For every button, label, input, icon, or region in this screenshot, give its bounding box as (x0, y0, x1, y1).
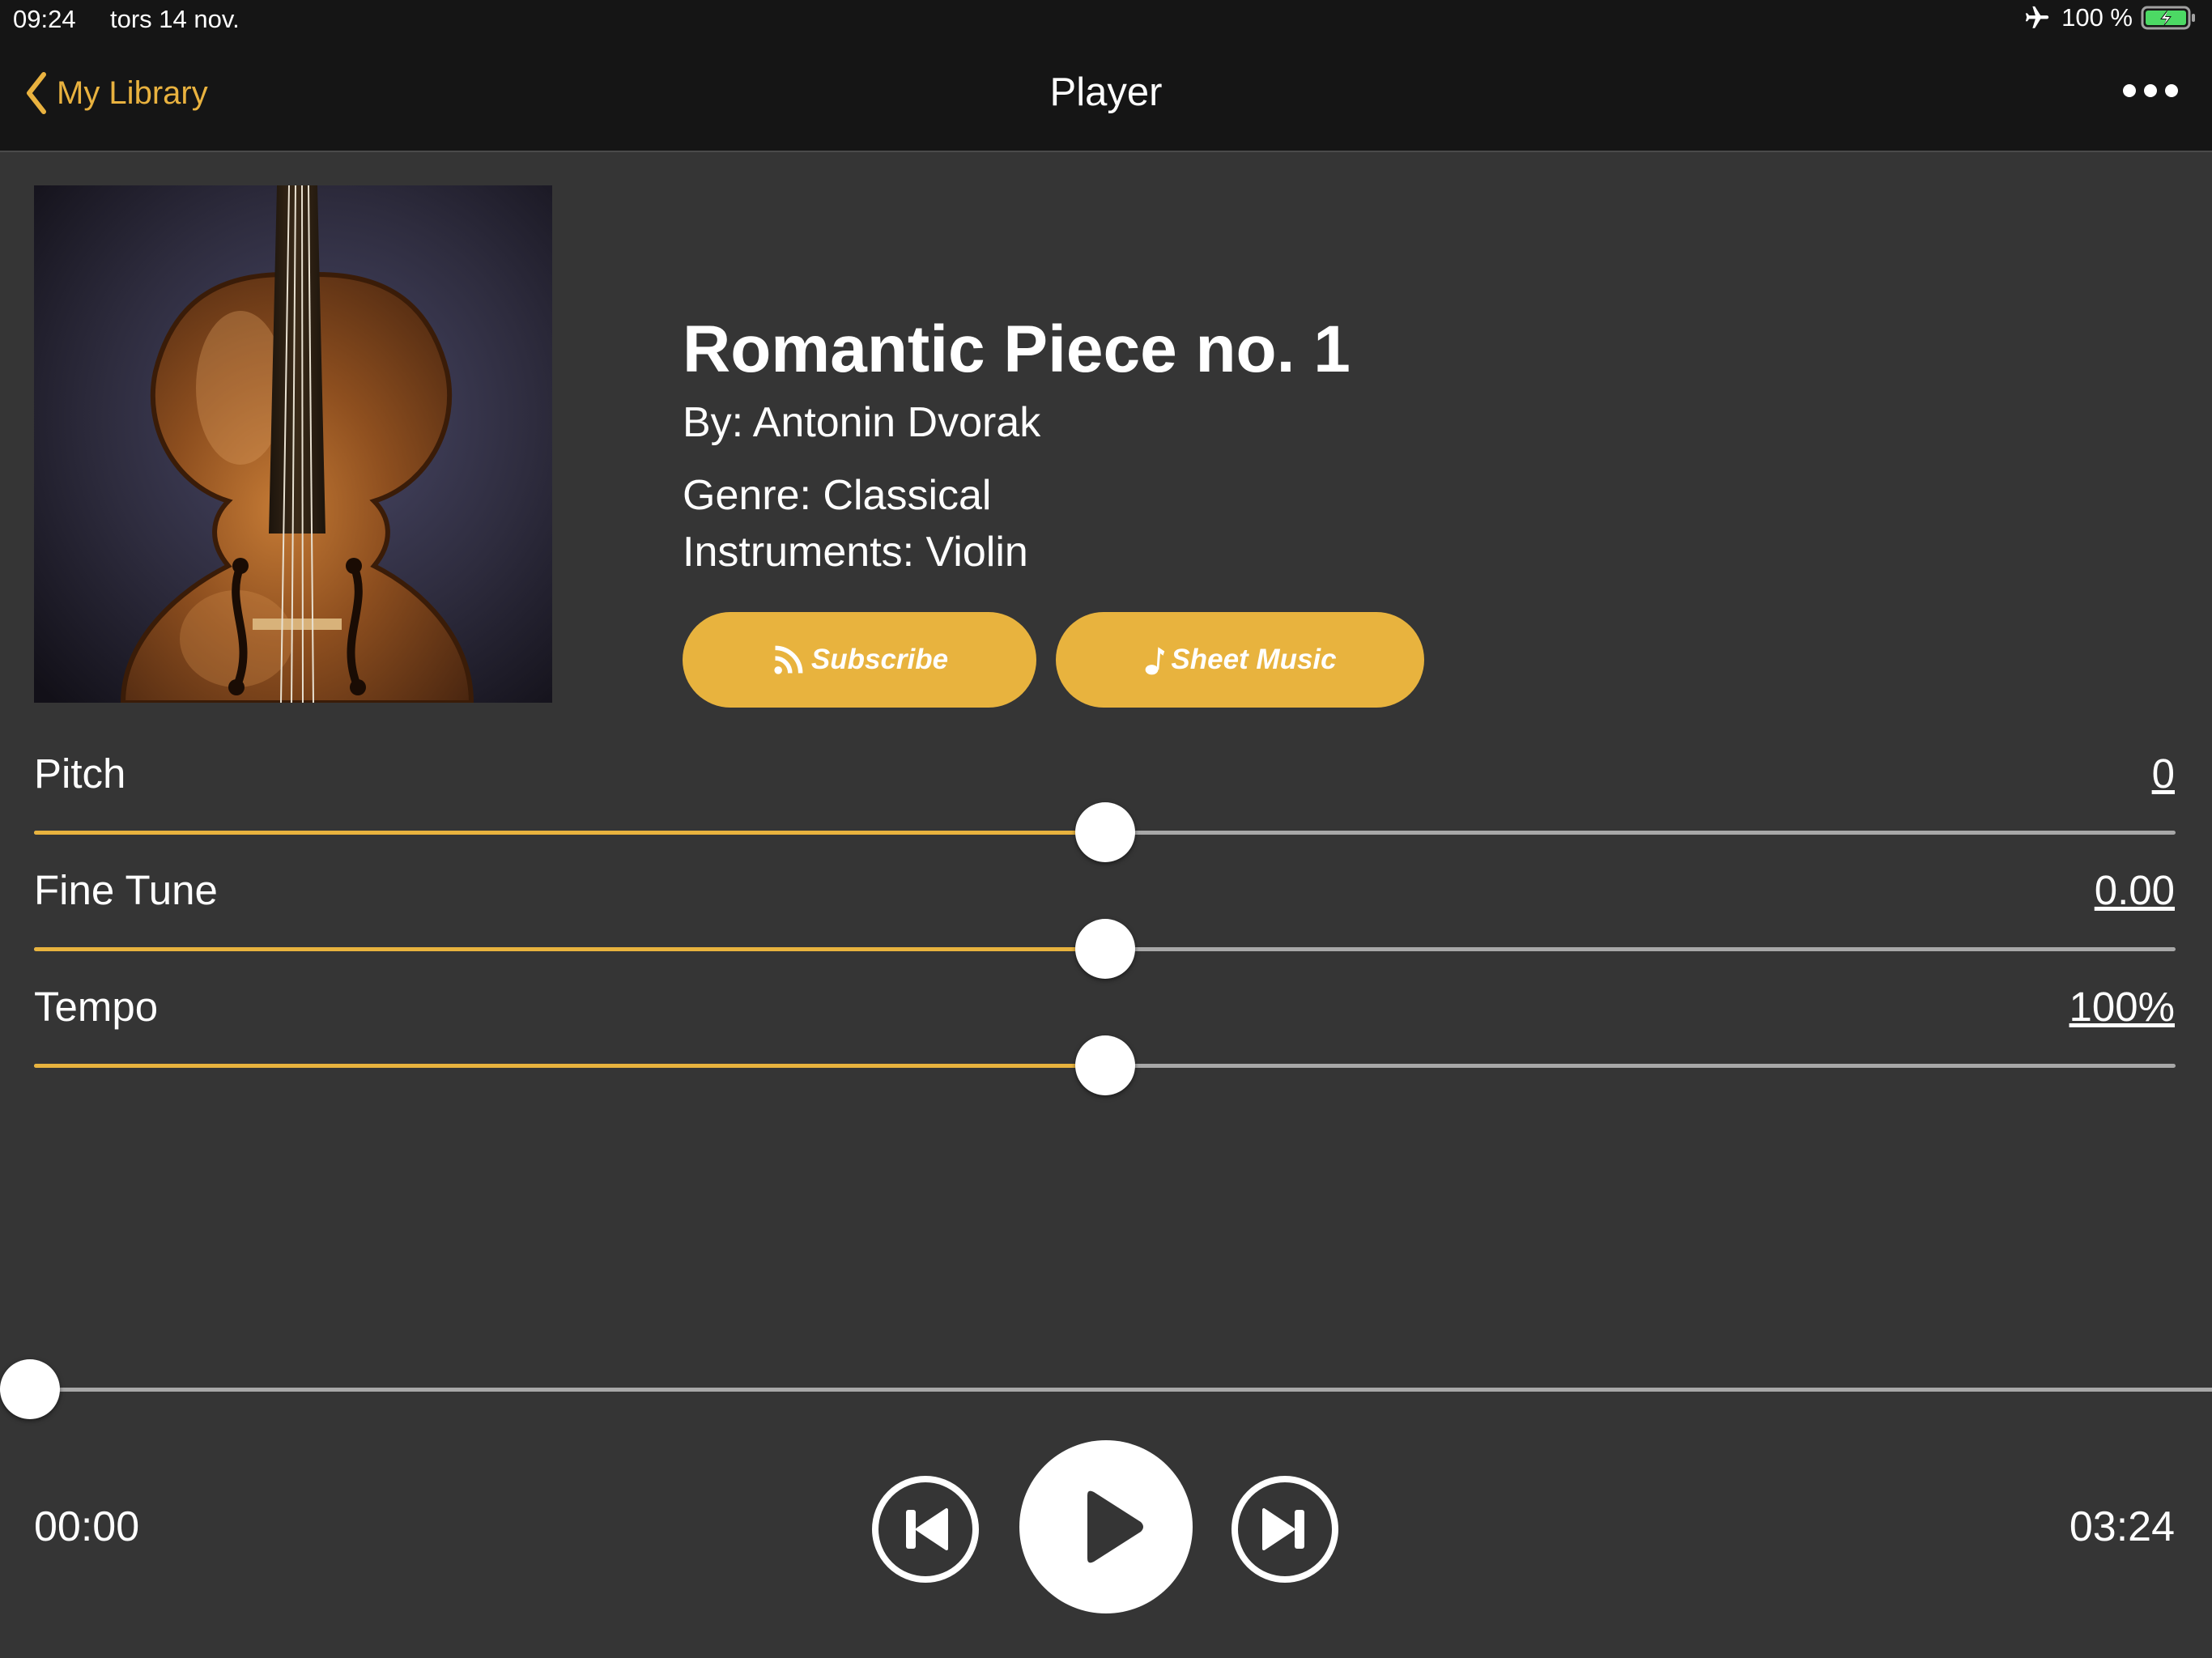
skip-back-icon[interactable] (870, 1474, 981, 1584)
status-bar: 09:24 tors 14 nov. 100 % (0, 0, 2212, 42)
album-cover-image (34, 185, 552, 703)
airplane-icon (2025, 6, 2049, 28)
battery-percent: 100 % (2061, 3, 2133, 32)
pitch-slider-thumb[interactable] (1074, 802, 1135, 862)
status-date: tors 14 nov. (110, 5, 240, 33)
tempo-slider-thumb[interactable] (1074, 1035, 1135, 1095)
play-icon[interactable] (1019, 1440, 1193, 1613)
rss-icon (774, 645, 803, 674)
tempo-value[interactable]: 100% (2069, 983, 2175, 1031)
skip-forward-icon[interactable] (1230, 1474, 1340, 1584)
subscribe-button[interactable]: Subscribe (683, 612, 1036, 708)
pitch-slider-track[interactable] (34, 802, 2176, 862)
total-time: 03:24 (2069, 1503, 2175, 1550)
song-title: Romantic Piece no. 1 (683, 312, 1351, 386)
status-time: 09:24 (13, 5, 76, 33)
status-indicators: 100 % (2021, 3, 2197, 32)
sheet-music-button[interactable]: Sheet Music (1056, 612, 1424, 708)
music-note-icon (1146, 647, 1165, 675)
ellipsis-icon[interactable] (2121, 78, 2180, 104)
fine-tune-slider-track[interactable] (34, 919, 2176, 979)
song-composer: By: Antonin Dvorak (683, 399, 1041, 446)
playback-progress-thumb[interactable] (0, 1359, 60, 1419)
current-time: 00:00 (34, 1503, 140, 1550)
page-title: Player (1049, 70, 1163, 114)
fine-tune-slider-fill (34, 947, 1105, 951)
pitch-slider-fill (34, 831, 1105, 835)
sheet-music-label: Sheet Music (1171, 644, 1337, 675)
tempo-slider-track[interactable] (34, 1035, 2176, 1095)
pitch-label: Pitch (34, 750, 126, 797)
song-instruments: Instruments: Violin (683, 529, 1028, 576)
playback-progress-track[interactable] (0, 1359, 2212, 1419)
fine-tune-value[interactable]: 0.00 (2095, 866, 2175, 914)
tempo-slider-fill (34, 1064, 1105, 1068)
navigation-bar: My Library Player (0, 42, 2212, 152)
tempo-label: Tempo (34, 984, 159, 1030)
fine-tune-slider-thumb[interactable] (1074, 919, 1135, 979)
fine-tune-label: Fine Tune (34, 867, 218, 913)
pitch-value[interactable]: 0 (2152, 750, 2175, 797)
subscribe-label: Subscribe (810, 644, 949, 675)
song-genre: Genre: Classical (683, 472, 992, 519)
battery-charging-icon (2141, 6, 2195, 30)
